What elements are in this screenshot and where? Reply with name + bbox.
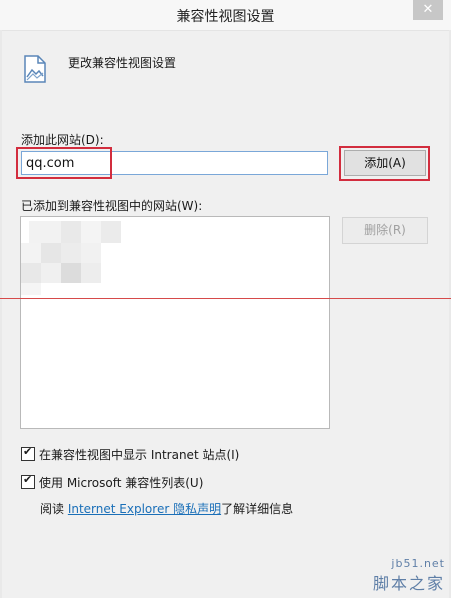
input-highlight-box <box>16 147 112 179</box>
title-bar: 兼容性视图设置 ✕ <box>0 0 451 31</box>
watermark-url: jb51.net <box>391 557 445 570</box>
blurred-entry <box>21 263 41 283</box>
site-list[interactable] <box>20 216 330 429</box>
intranet-option[interactable]: ✔ 在兼容性视图中显示 Intranet 站点(I) <box>21 445 240 463</box>
privacy-link[interactable]: Internet Explorer 隐私声明 <box>68 502 221 516</box>
ms-list-checkbox[interactable]: ✔ <box>21 473 35 489</box>
blurred-entry <box>21 243 41 263</box>
intranet-checkbox[interactable]: ✔ <box>21 445 35 461</box>
site-list-label: 已添加到兼容性视图中的网站(W): <box>21 199 203 213</box>
add-button-highlight-box <box>339 146 430 181</box>
watermark: jb51.net 脚本之家 <box>373 557 445 594</box>
blurred-entry <box>29 221 61 243</box>
site-field-label: 添加此网站(D): <box>21 133 104 147</box>
blurred-entry <box>81 221 101 243</box>
checkmark-icon: ✔ <box>23 445 33 458</box>
blurred-entry <box>61 243 81 263</box>
privacy-prefix: 阅读 <box>40 502 68 516</box>
blurred-entry <box>81 263 101 283</box>
remove-button[interactable]: 删除(R) <box>342 217 428 244</box>
watermark-name: 脚本之家 <box>372 574 445 593</box>
blurred-entry <box>41 243 61 263</box>
guide-line <box>0 298 451 299</box>
privacy-line: 阅读 Internet Explorer 隐私声明了解详细信息 <box>40 500 293 517</box>
blurred-entry <box>61 263 81 283</box>
blurred-entry <box>21 283 41 295</box>
blurred-entry <box>41 263 61 283</box>
blurred-entry <box>101 221 121 243</box>
close-button[interactable]: ✕ <box>413 0 443 20</box>
checkmark-icon: ✔ <box>23 473 33 486</box>
blurred-entry <box>81 243 101 263</box>
ms-list-option[interactable]: ✔ 使用 Microsoft 兼容性列表(U) <box>21 473 204 491</box>
window-border-left <box>0 30 2 598</box>
close-icon: ✕ <box>422 2 434 17</box>
intranet-option-label: 在兼容性视图中显示 Intranet 站点(I) <box>39 448 240 462</box>
ms-list-option-label: 使用 Microsoft 兼容性列表(U) <box>39 476 204 490</box>
blurred-entry <box>61 221 81 243</box>
header-text: 更改兼容性视图设置 <box>68 56 177 70</box>
window-title: 兼容性视图设置 <box>176 9 275 25</box>
privacy-suffix: 了解详细信息 <box>221 502 294 516</box>
document-settings-icon <box>24 55 46 83</box>
